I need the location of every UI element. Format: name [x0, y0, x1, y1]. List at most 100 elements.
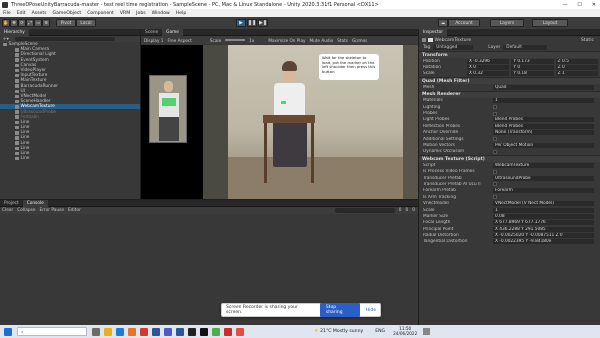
gizmos-toggle[interactable]: Gizmos — [352, 38, 367, 43]
mesh-filter-header[interactable]: Quad (Mesh Filter) — [419, 77, 600, 85]
pivot-toggle[interactable]: Pivot — [56, 19, 76, 27]
menu-edit[interactable]: Edit — [14, 11, 29, 16]
mesh-field[interactable]: Quad — [493, 84, 594, 90]
menu-window[interactable]: Window — [149, 11, 173, 16]
recorder-app-icon[interactable] — [224, 327, 232, 336]
hierarchy-search-input[interactable] — [14, 36, 115, 42]
hand-tool-icon[interactable]: ✋ — [2, 19, 10, 27]
file-explorer-icon[interactable] — [104, 327, 112, 336]
weather-widget[interactable]: ☀ 21°C Mostly sunny — [314, 329, 363, 334]
hierarchy-item[interactable]: Line — [0, 156, 140, 161]
property-field[interactable]: None (Transform) — [493, 130, 594, 136]
property-field[interactable]: 1 — [493, 207, 594, 213]
property-checkbox[interactable] — [493, 169, 497, 174]
script-header[interactable]: Webcam Texture (Script) — [419, 155, 600, 163]
property-field[interactable]: Blend Probes — [493, 123, 594, 129]
menu-jobs[interactable]: Jobs — [133, 11, 148, 16]
error-pause-toggle[interactable]: Error Pause — [40, 208, 64, 213]
console-search-input[interactable] — [334, 208, 395, 213]
property-field[interactable]: 0.08 — [493, 213, 594, 219]
active-checkbox[interactable] — [427, 38, 433, 42]
transform-x-field[interactable]: X 0.32 — [467, 71, 510, 77]
menu-component[interactable]: Component — [84, 11, 117, 16]
language-indicator[interactable]: ENG — [375, 329, 385, 334]
transform-z-field[interactable]: Z 1 — [555, 71, 598, 77]
transform-z-field[interactable]: Z 0 — [555, 65, 598, 71]
menu-vrm[interactable]: VRM — [117, 11, 133, 16]
start-icon[interactable] — [4, 327, 12, 336]
taskbar-search-input[interactable]: ⌕ — [17, 327, 87, 336]
collab-icon[interactable]: ☁ — [438, 19, 448, 27]
app-icon[interactable] — [236, 327, 244, 336]
tab-project[interactable]: Project — [0, 200, 23, 207]
property-field[interactable]: X 677.8969 Y 677.1776 — [493, 220, 594, 226]
collapse-toggle[interactable]: Collapse — [17, 208, 35, 213]
tab-console[interactable]: Console — [22, 199, 48, 207]
property-checkbox[interactable] — [493, 105, 497, 110]
word-icon[interactable] — [152, 327, 160, 336]
property-field[interactable]: 1 — [493, 98, 594, 104]
game-viewport[interactable]: Wait for the skeleton to load, put the m… — [141, 45, 418, 199]
maximize-icon[interactable]: ☐ — [577, 2, 581, 8]
tab-scene[interactable]: Scene — [141, 29, 162, 36]
transform-y-field[interactable]: Y 0 — [511, 65, 554, 71]
tab-inspector[interactable]: Inspector — [419, 28, 448, 36]
clear-button[interactable]: Clear — [2, 208, 13, 213]
play-button[interactable]: ▶ — [236, 19, 246, 27]
add-icon[interactable]: +▾ — [3, 37, 9, 42]
office-icon[interactable] — [140, 327, 148, 336]
aspect-dropdown[interactable]: Free Aspect — [167, 38, 191, 43]
account-dropdown[interactable]: Account — [448, 19, 480, 27]
scale-tool-icon[interactable]: ⤢ — [26, 19, 34, 27]
layer-dropdown[interactable]: Default — [503, 45, 548, 50]
property-checkbox[interactable] — [493, 149, 497, 154]
property-checkbox[interactable] — [493, 137, 497, 142]
error-count[interactable]: 0 — [412, 208, 415, 213]
property-field[interactable]: Per Object Motion — [493, 142, 594, 148]
minimize-icon[interactable]: — — [562, 2, 567, 8]
app-icon[interactable] — [212, 327, 220, 336]
tab-game[interactable]: Game — [162, 28, 183, 36]
close-icon[interactable]: ✕ — [592, 2, 596, 8]
step-button[interactable]: ▶❚ — [258, 19, 268, 27]
task-view-icon[interactable] — [92, 327, 100, 336]
editor-dropdown[interactable]: Editor — [68, 208, 81, 213]
property-field[interactable]: WebcamTexture — [493, 162, 594, 168]
pause-button[interactable]: ❚❚ — [247, 19, 257, 27]
notifications-icon[interactable] — [423, 328, 431, 335]
object-name-field[interactable]: WebcamTexture — [435, 38, 472, 43]
instruction-bubble[interactable]: Wait for the skeleton to load, put the m… — [319, 54, 379, 80]
unity-hub-icon[interactable] — [188, 327, 196, 336]
mesh-renderer-header[interactable]: Mesh Renderer — [419, 90, 600, 98]
property-field[interactable]: VNectModel (V Nect Model) — [493, 201, 594, 207]
transform-x-field[interactable]: X 0 — [467, 65, 510, 71]
transform-x-field[interactable]: X -0.3296 — [467, 58, 510, 64]
transform-tool-icon[interactable]: ⊕ — [42, 19, 50, 27]
hide-button[interactable]: Hide — [366, 308, 376, 313]
layers-dropdown[interactable]: Layers — [490, 19, 524, 27]
unity-editor-icon[interactable] — [200, 327, 208, 336]
transform-y-field[interactable]: Y 0.18 — [511, 71, 554, 77]
property-checkbox[interactable] — [493, 195, 497, 200]
edge-icon[interactable] — [116, 327, 124, 336]
property-checkbox[interactable] — [493, 182, 497, 187]
local-toggle[interactable]: Local — [76, 19, 96, 27]
tab-hierarchy[interactable]: Hierarchy — [0, 28, 29, 36]
stop-sharing-button[interactable]: Stop sharing — [319, 303, 360, 317]
scale-slider[interactable] — [225, 39, 246, 41]
property-field[interactable]: Blend Probes — [493, 117, 594, 123]
rotate-tool-icon[interactable]: ⟳ — [18, 19, 26, 27]
property-field[interactable]: UltrasoundProbe — [493, 175, 594, 181]
menu-help[interactable]: Help — [173, 11, 189, 16]
transform-z-field[interactable]: Z 0.5 — [555, 58, 598, 64]
rect-tool-icon[interactable]: ▭ — [34, 19, 42, 27]
tag-dropdown[interactable]: Untagged — [433, 45, 474, 50]
display-dropdown[interactable]: Display 1 — [144, 38, 163, 43]
property-field[interactable]: X -0.0025020 Y -0.0087511 Z 0 — [493, 233, 594, 239]
property-checkbox[interactable] — [493, 111, 497, 116]
layout-dropdown[interactable]: Layout — [532, 19, 568, 27]
teams-icon[interactable] — [164, 327, 172, 336]
property-field[interactable]: X -0.0022395 Y -9.84180e — [493, 239, 594, 245]
transform-header[interactable]: Transform — [419, 51, 600, 58]
vscode-icon[interactable] — [176, 327, 184, 336]
